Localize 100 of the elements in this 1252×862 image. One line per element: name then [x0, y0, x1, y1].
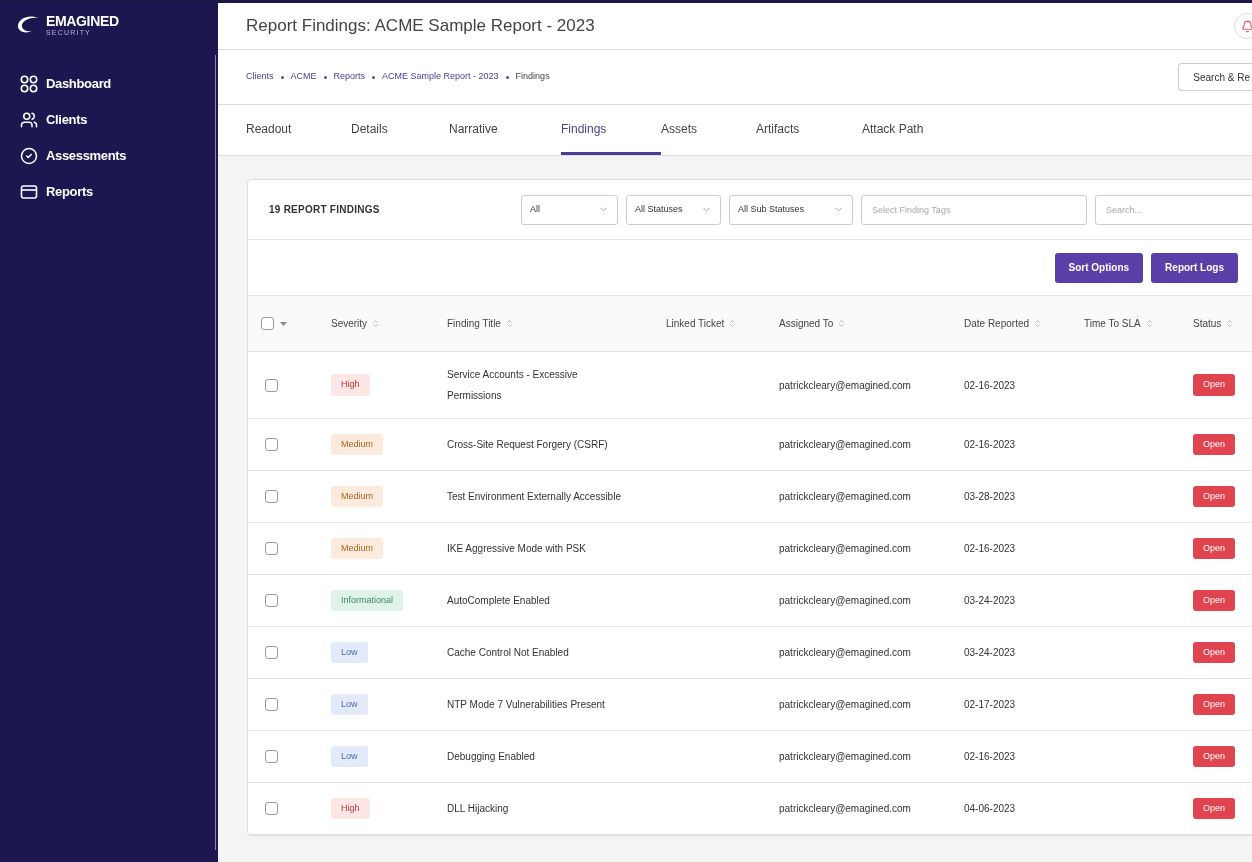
checkbox[interactable]	[265, 802, 278, 815]
filter-dropdown[interactable]: All Sub Statuses	[729, 194, 853, 225]
sort-icon	[837, 319, 847, 328]
table-cell-text: patrickcleary@emagined.com	[779, 750, 912, 764]
table-cell-text: patrickcleary@emagined.com	[779, 802, 912, 816]
table-cell-text: IKE Aggressive Mode with PSK	[447, 542, 587, 556]
severity-badge: Medium	[331, 485, 383, 508]
breadcrumb-link[interactable]: ACME	[290, 70, 317, 84]
table-cell-text: patrickcleary@emagined.com	[779, 490, 912, 504]
checkbox[interactable]	[265, 438, 278, 451]
folder-icon	[20, 183, 38, 201]
breadcrumb-separator	[323, 75, 327, 79]
filter-dropdown[interactable]: All Statuses	[626, 194, 721, 225]
action-button[interactable]: Report Logs	[1151, 252, 1238, 283]
checkbox[interactable]	[265, 542, 278, 555]
tags-field[interactable]: Select Finding Tags	[861, 194, 1087, 225]
sidebar-item[interactable]: Reports	[0, 175, 215, 209]
checkbox[interactable]	[265, 490, 278, 503]
breadcrumb-separator	[280, 75, 284, 79]
status-badge: Open	[1193, 537, 1236, 560]
checkbox[interactable]	[265, 378, 278, 392]
table-cell-text: patrickcleary@emagined.com	[779, 378, 912, 393]
severity-badge: Informational	[331, 589, 404, 612]
severity-badge: High	[331, 797, 370, 820]
checkbox[interactable]	[265, 646, 278, 659]
status-badge: Open	[1193, 745, 1236, 768]
tab[interactable]: Readout	[246, 105, 351, 155]
table-cell-text: patrickcleary@emagined.com	[779, 542, 912, 556]
severity-badge: Low	[331, 745, 368, 768]
column-header[interactable]: Assigned To	[779, 316, 964, 331]
bell-icon	[1240, 19, 1252, 33]
table-cell-text: AutoComplete Enabled	[447, 594, 551, 608]
search-field[interactable]: Search...	[1095, 194, 1252, 225]
sort-icon	[504, 319, 514, 328]
page-title: Report Findings: ACME Sample Report - 2023	[246, 15, 595, 38]
checkbox[interactable]	[265, 750, 278, 763]
breadcrumb-link[interactable]: ACME Sample Report - 2023	[382, 70, 499, 84]
column-header[interactable]: Status	[1193, 316, 1252, 331]
logo-wordmark: EMAGINED	[46, 14, 119, 28]
action-button[interactable]: Sort Options	[1054, 252, 1144, 283]
sort-icon	[371, 319, 381, 328]
table-cell-text: 03-24-2023	[964, 594, 1017, 608]
table-cell-text: patrickcleary@emagined.com	[779, 438, 912, 452]
status-badge: Open	[1193, 797, 1236, 820]
table-cell-text: 02-17-2023	[964, 698, 1017, 712]
table-cell-text: Cross-Site Request Forgery (CSRF)	[447, 438, 609, 452]
checkbox[interactable]	[265, 594, 278, 607]
table-cell-text: Service Accounts - Excessive Permissions	[447, 368, 579, 403]
search-replace-button[interactable]: Search & Re	[1178, 63, 1252, 91]
column-header[interactable]: Severity	[331, 316, 447, 331]
breadcrumb-link[interactable]: Reports	[333, 70, 366, 84]
table-cell-text: 03-24-2023	[964, 646, 1017, 660]
status-badge: Open	[1193, 589, 1236, 612]
sort-icon	[1144, 319, 1154, 328]
tab[interactable]: Narrative	[449, 105, 561, 155]
filter-dropdown[interactable]: All	[521, 194, 618, 225]
table-cell-text: NTP Mode 7 Vulnerabilities Present	[447, 698, 606, 712]
users-icon	[20, 111, 38, 129]
severity-badge: High	[331, 374, 370, 396]
sort-icon	[1225, 319, 1235, 328]
breadcrumb-separator	[372, 75, 376, 79]
findings-count: 19 REPORT FINDINGS	[269, 203, 381, 217]
table-cell-text: patrickcleary@emagined.com	[779, 698, 912, 712]
table-cell-text: 02-16-2023	[964, 542, 1017, 556]
table-cell-text: Debugging Enabled	[447, 750, 536, 764]
checkbox[interactable]	[265, 698, 278, 711]
column-header[interactable]: Time To SLA	[1084, 316, 1193, 331]
breadcrumb-separator	[505, 75, 509, 79]
table-cell-text: 04-06-2023	[964, 802, 1017, 816]
severity-badge: Medium	[331, 433, 383, 456]
check-circle-icon	[20, 147, 38, 165]
tab[interactable]: Assets	[661, 105, 756, 155]
table-cell-text: DLL Hijacking	[447, 802, 510, 816]
sidebar-item[interactable]: Dashboard	[0, 67, 215, 101]
tab[interactable]: Findings	[561, 105, 661, 155]
status-badge: Open	[1193, 641, 1236, 664]
severity-badge: Low	[331, 693, 368, 716]
status-badge: Open	[1193, 693, 1236, 716]
table-cell-text: Cache Control Not Enabled	[447, 646, 570, 660]
tab[interactable]: Attack Path	[862, 105, 972, 155]
sidebar-item[interactable]: Assessments	[0, 139, 215, 173]
table-cell-text: 03-28-2023	[964, 490, 1017, 504]
checkbox[interactable]	[261, 317, 274, 330]
column-header[interactable]: Date Reported	[964, 316, 1084, 331]
sidebar-item[interactable]: Clients	[0, 103, 215, 137]
column-header[interactable]: Finding Title	[447, 316, 666, 331]
table-cell-text: patrickcleary@emagined.com	[779, 594, 912, 608]
status-badge: Open	[1193, 374, 1236, 396]
table-cell-text: 02-16-2023	[964, 378, 1017, 393]
severity-badge: Low	[331, 641, 368, 664]
breadcrumb-link[interactable]: Clients	[246, 70, 274, 84]
table-cell-text: Test Environment Externally Accessible	[447, 490, 622, 504]
status-badge: Open	[1193, 433, 1236, 456]
severity-badge: Medium	[331, 537, 383, 560]
column-header[interactable]: Linked Ticket	[666, 316, 779, 331]
tab[interactable]: Artifacts	[756, 105, 862, 155]
caret-icon[interactable]	[280, 321, 287, 326]
tab[interactable]: Details	[351, 105, 449, 155]
table-cell-text: patrickcleary@emagined.com	[779, 646, 912, 660]
table-cell-text: 02-16-2023	[964, 438, 1017, 452]
